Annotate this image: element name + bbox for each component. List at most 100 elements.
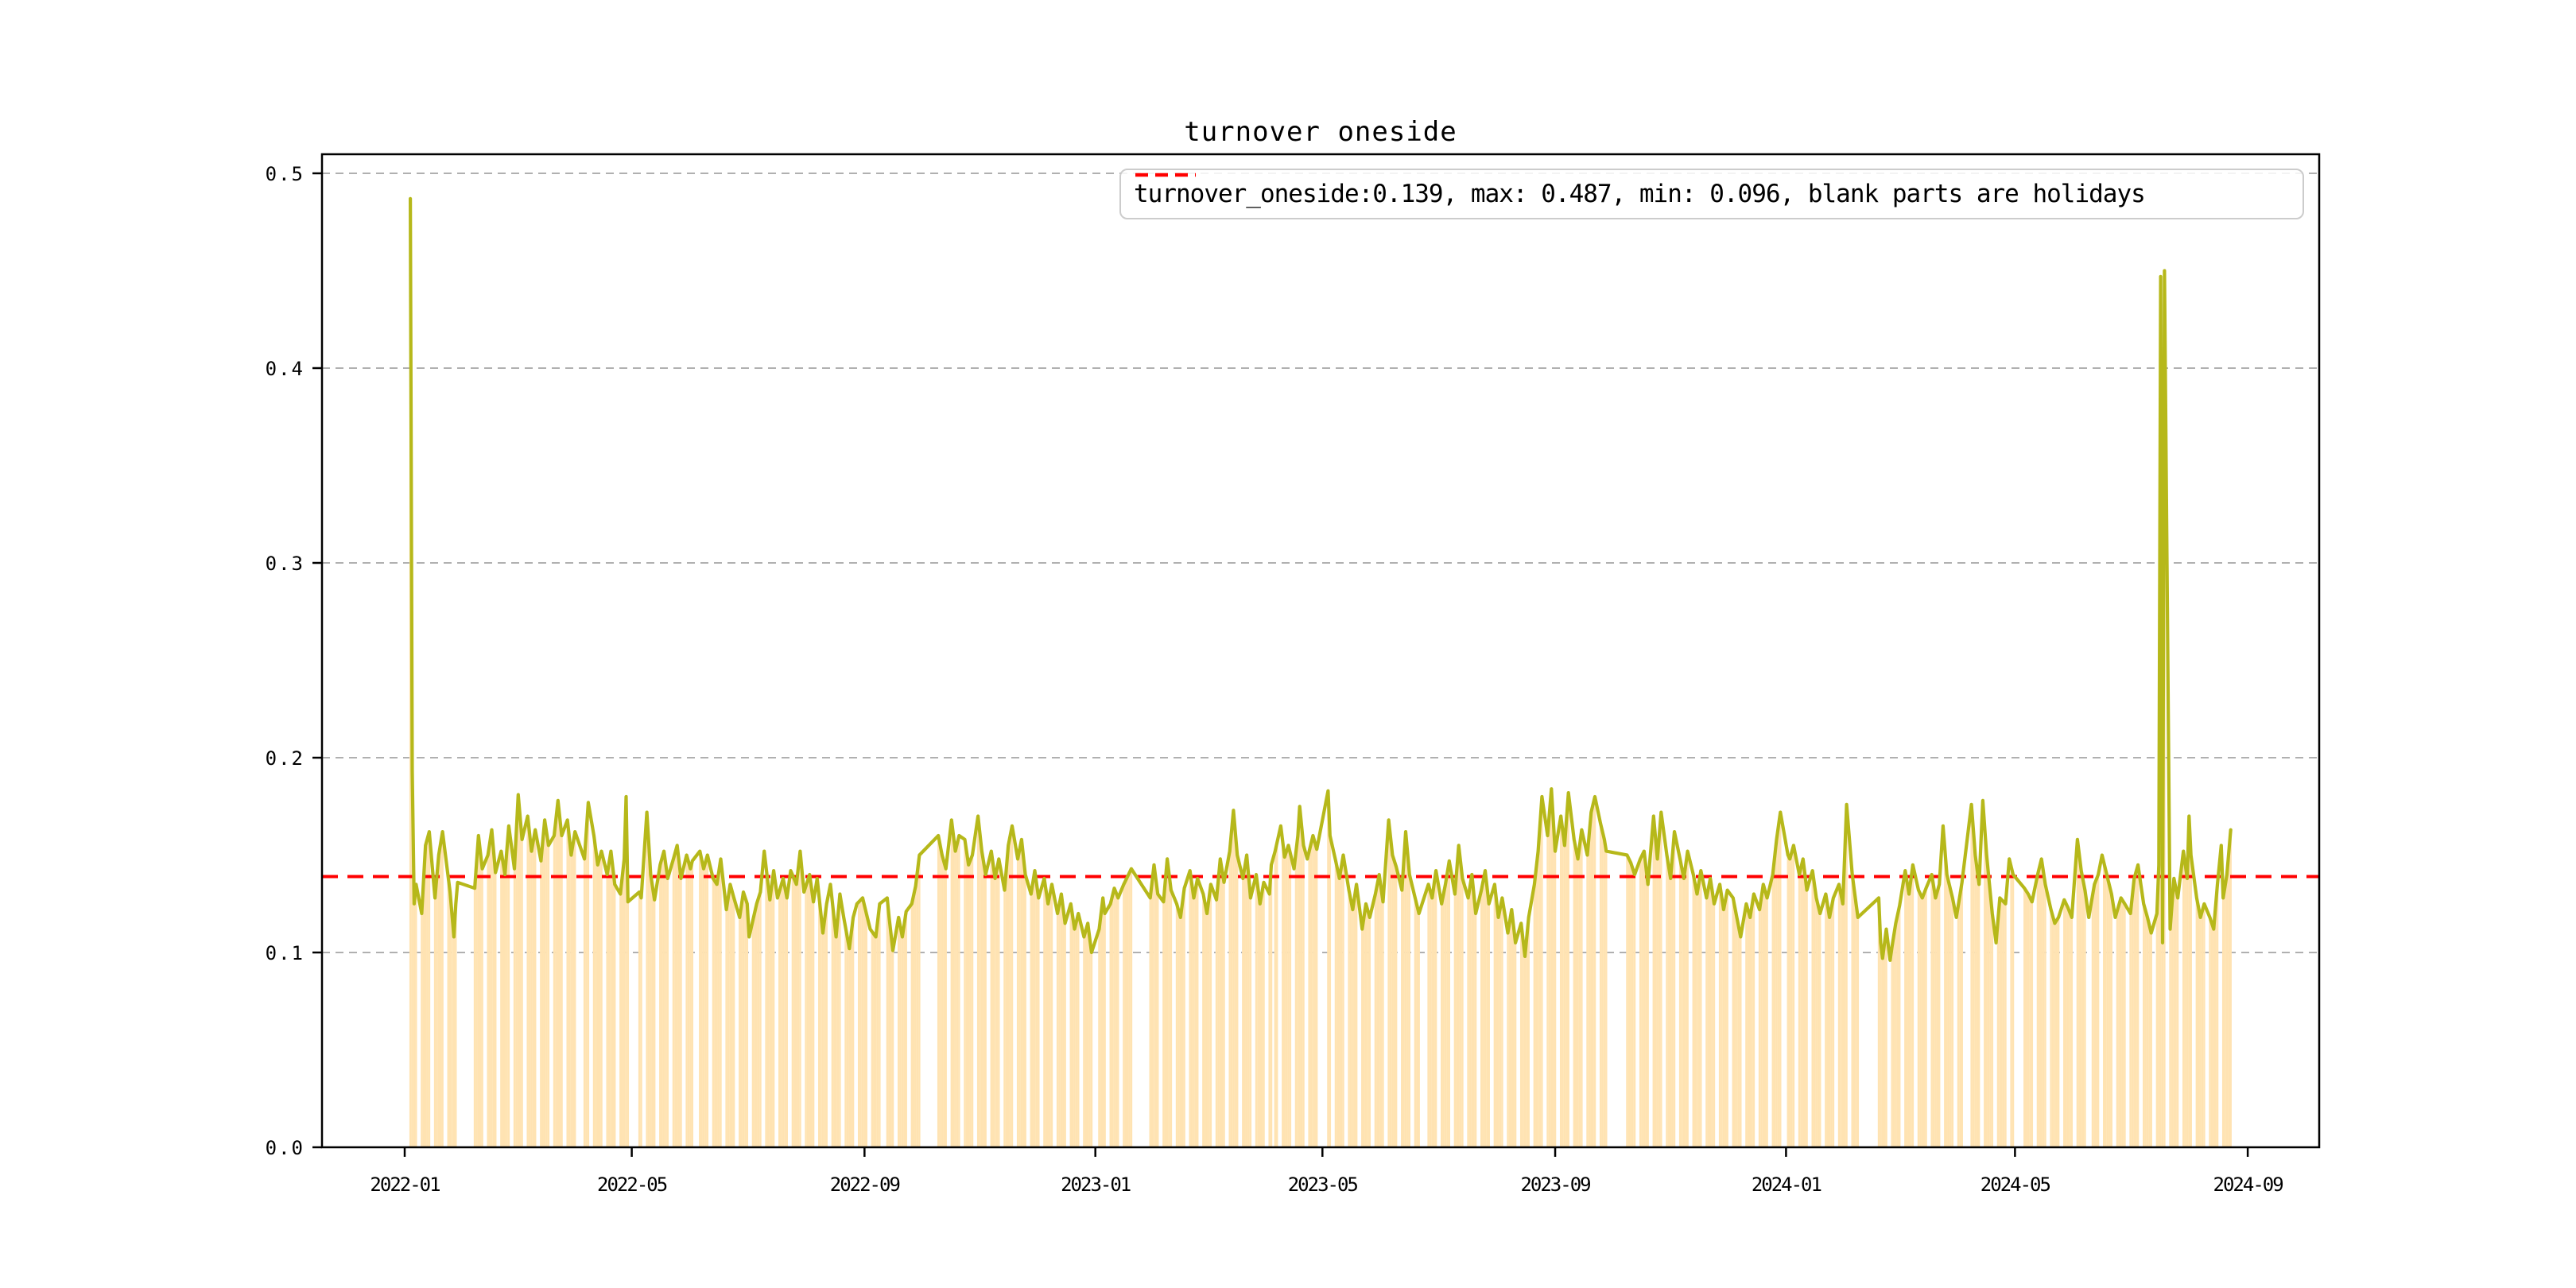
daily-turnover-bar [1519,923,1523,1147]
daily-turnover-bar [861,898,864,1147]
daily-turnover-bar [2069,912,2071,1147]
daily-turnover-bar [2224,886,2226,1147]
daily-turnover-bar [2097,875,2100,1147]
daily-turnover-bar [1526,937,1528,1147]
daily-turnover-bar [1329,836,1332,1147]
daily-turnover-bar [1468,886,1472,1147]
daily-turnover-bar [712,878,715,1147]
daily-turnover-bar [1946,875,1948,1147]
daily-turnover-bar [1300,825,1303,1147]
daily-turnover-bar [1086,923,1089,1147]
daily-turnover-bar [1257,889,1259,1148]
daily-turnover-bar [2190,855,2192,1147]
daily-turnover-bar [1667,867,1670,1147]
daily-turnover-bar [1959,894,1961,1147]
daily-turnover-bar [1951,898,1954,1147]
daily-turnover-bar [1115,893,1118,1147]
daily-turnover-bar [1077,914,1080,1147]
daily-turnover-bar [1270,864,1273,1147]
daily-turnover-bar [1762,884,1765,1147]
daily-turnover-bar [891,950,894,1147]
daily-turnover-bar [585,830,588,1148]
daily-turnover-bar [1976,869,1979,1148]
daily-turnover-bar [2078,855,2081,1147]
daily-turnover-bar [1215,899,1218,1147]
chart-title: turnover oneside [1184,116,1457,148]
y-tick-label: 0.3 [266,553,305,575]
daily-turnover-bar [2155,914,2159,1147]
daily-turnover-bar [2184,864,2186,1147]
daily-turnover-bar [491,829,493,1147]
daily-turnover-bar [1472,894,1475,1147]
daily-turnover-bar [1183,888,1185,1147]
daily-turnover-bar [1153,864,1155,1147]
daily-turnover-bar [806,880,809,1147]
daily-turnover-bar [1830,907,1833,1147]
daily-turnover-bar [1533,884,1536,1147]
daily-turnover-bar [954,851,956,1147]
daily-turnover-bar [689,868,692,1147]
daily-turnover-bar [1302,845,1305,1147]
daily-turnover-bar [780,885,782,1147]
daily-turnover-bar [1474,914,1477,1147]
daily-turnover-bar [1630,863,1632,1147]
daily-turnover-bar [2121,901,2124,1147]
daily-turnover-bar [1751,906,1753,1147]
daily-turnover-bar [991,864,995,1147]
daily-turnover-bar [1961,882,1963,1147]
daily-turnover-bar [875,937,877,1147]
daily-turnover-bar [2000,899,2003,1147]
daily-turnover-bar [1442,894,1445,1147]
daily-turnover-bar [824,918,826,1148]
daily-turnover-bar [1938,884,1941,1147]
daily-turnover-bar [976,816,980,1147]
daily-turnover-bar [876,920,879,1147]
daily-turnover-bar [1832,898,1835,1147]
daily-turnover-bar [1603,839,1606,1147]
daily-turnover-bar [732,898,735,1147]
daily-turnover-bar [1779,812,1782,1147]
daily-turnover-bar [1100,914,1103,1147]
daily-turnover-bar [452,937,456,1147]
daily-turnover-bar [1681,868,1683,1147]
daily-turnover-bar [1297,836,1299,1147]
daily-turnover-bar [984,875,987,1147]
daily-turnover-bar [964,839,966,1147]
turnover-line [408,196,2233,962]
daily-turnover-bar [1718,884,1721,1147]
daily-turnover-bar [1285,851,1288,1147]
y-tick-label: 0.0 [266,1137,305,1159]
daily-turnover-bar [1204,903,1206,1147]
daily-turnover-bar [2042,871,2045,1147]
daily-turnover-bar [1327,790,1329,1147]
daily-turnover-bar [662,851,665,1147]
daily-turnover-bar [939,845,941,1147]
daily-turnover-bar [786,898,788,1147]
daily-turnover-bar [661,858,663,1147]
daily-turnover-bar [428,832,431,1147]
daily-turnover-bar [821,933,824,1147]
daily-turnover-bar [998,859,1000,1147]
daily-turnover-bar [413,903,416,1147]
daily-turnover-bar [1745,903,1748,1147]
daily-turnover-bar [561,836,563,1147]
daily-turnover-bar [2012,875,2015,1147]
daily-turnover-bar [1590,812,1593,1147]
daily-turnover-bar [1003,890,1006,1147]
daily-turnover-bar [1800,867,1802,1147]
daily-turnover-bar [1060,894,1063,1147]
daily-turnover-bar [1599,824,1602,1147]
daily-turnover-bar [653,899,656,1147]
daily-turnover-bar [1826,906,1829,1147]
daily-turnover-bar [825,903,828,1147]
x-tick-label: 2024-09 [2213,1174,2283,1196]
daily-turnover-bar [1111,895,1114,1147]
daily-turnover-bar [2129,914,2132,1147]
daily-turnover-bar [1313,842,1317,1147]
daily-turnover-bar [980,851,983,1147]
daily-turnover-bar [1747,910,1750,1147]
daily-turnover-bar [1336,869,1339,1148]
daily-turnover-bar [600,851,603,1147]
daily-turnover-bar [1949,890,1952,1147]
daily-turnover-bar [477,836,480,1147]
